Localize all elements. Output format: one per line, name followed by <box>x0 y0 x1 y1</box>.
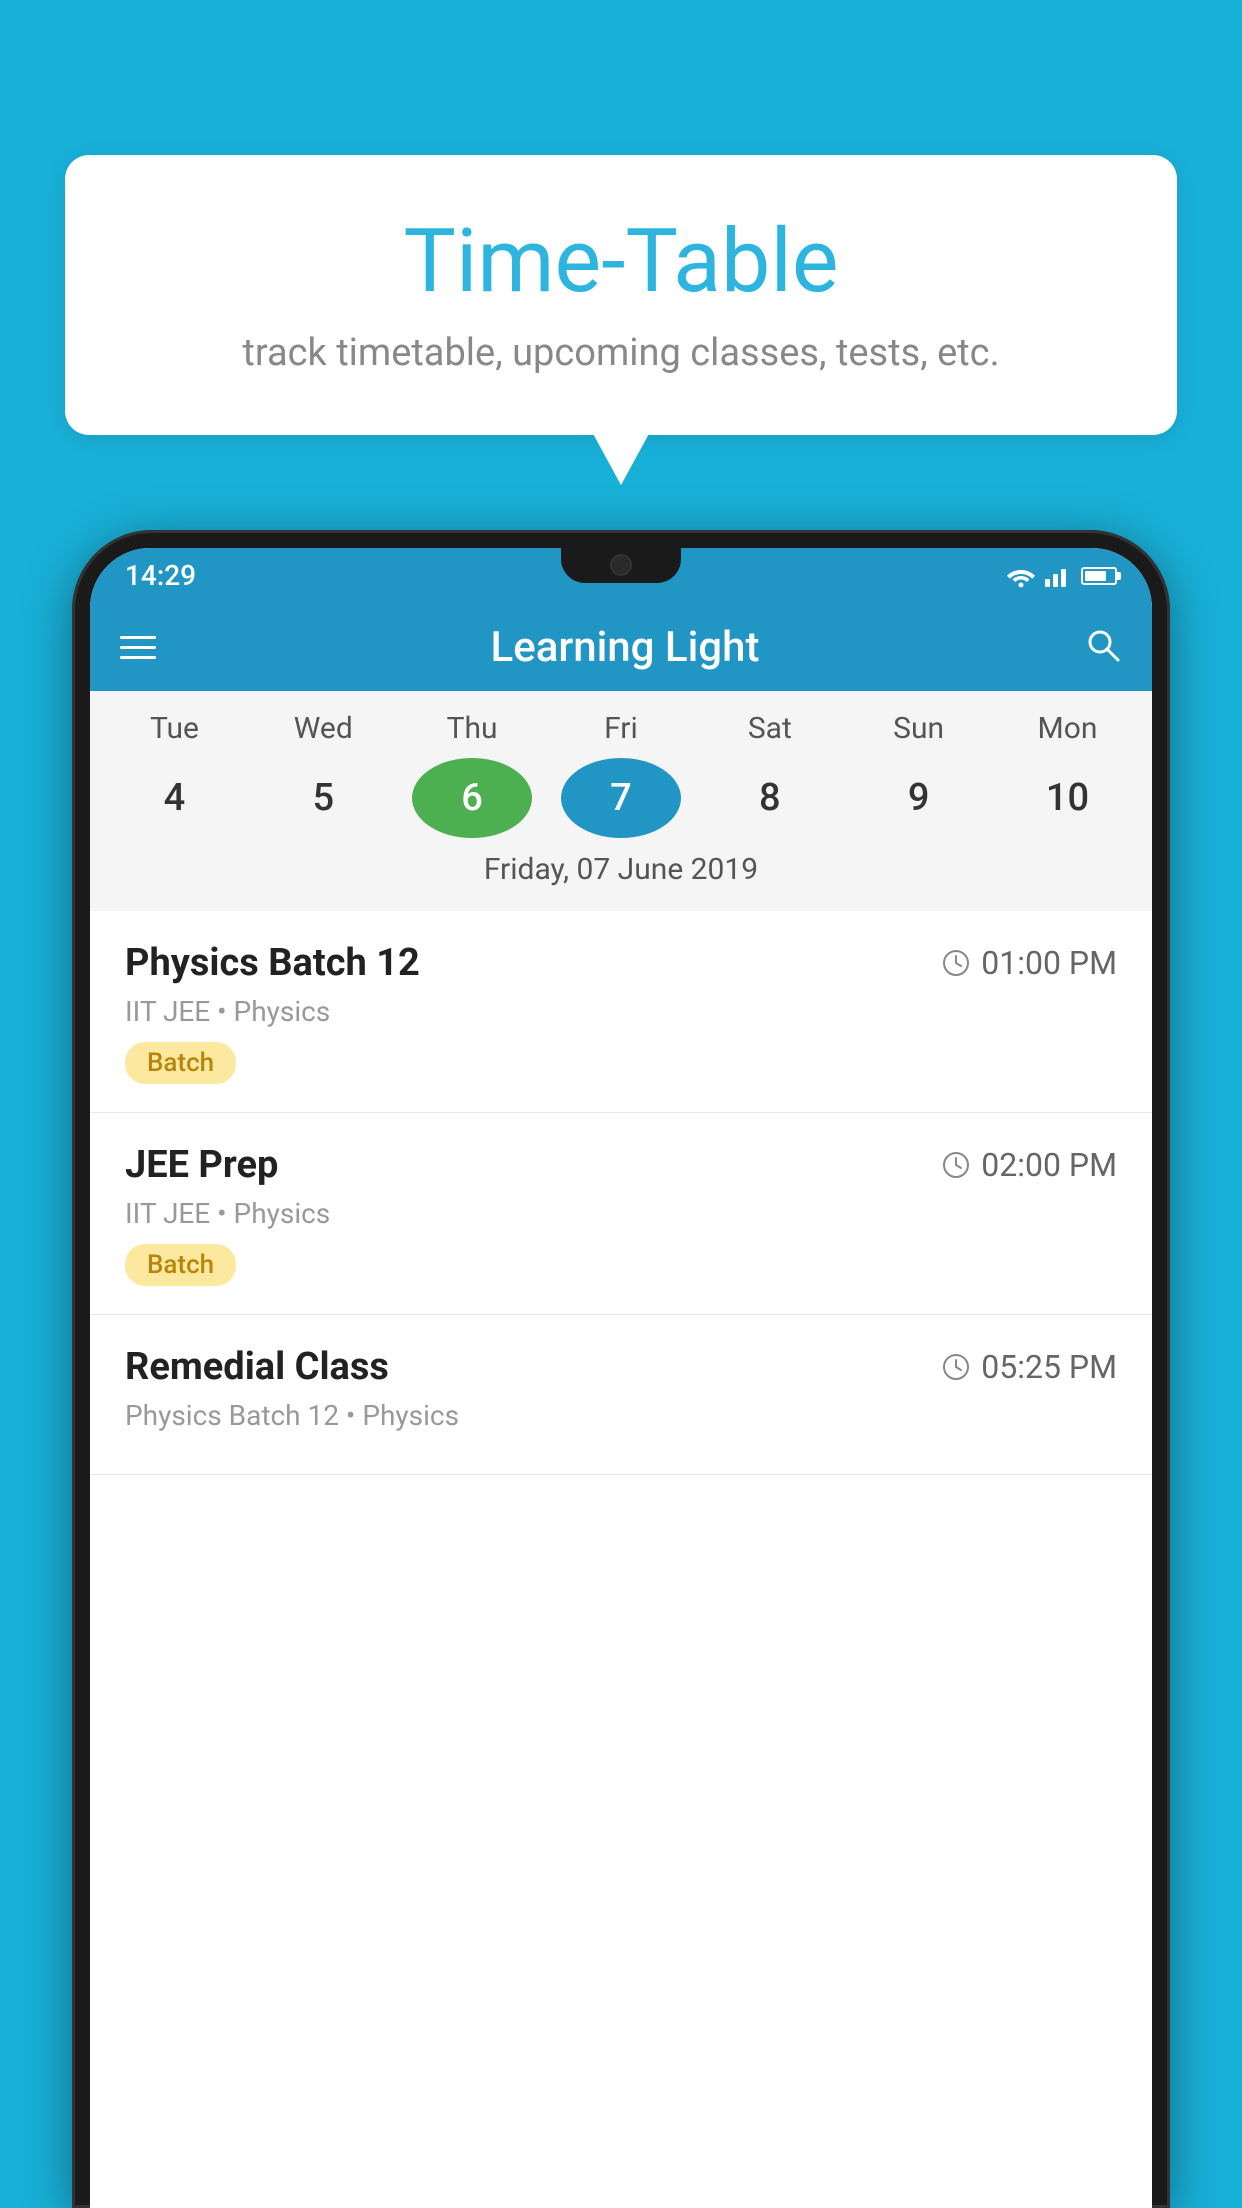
schedule-item-title-1: Physics Batch 12 <box>125 941 420 985</box>
status-icons <box>1005 564 1117 588</box>
cell-signal-icon <box>1045 565 1073 587</box>
schedule-list: Physics Batch 12 01:00 PM IIT JEE • Phys… <box>90 911 1152 1475</box>
schedule-item-subtitle-1: IIT JEE • Physics <box>125 995 1117 1028</box>
day-header-thu: Thu <box>412 711 532 746</box>
phone-body: 14:29 <box>72 530 1170 2208</box>
schedule-item-time-1: 01:00 PM <box>941 944 1117 982</box>
speech-bubble: Time-Table track timetable, upcoming cla… <box>65 155 1177 435</box>
day-4[interactable]: 4 <box>114 758 234 838</box>
schedule-item-remedial[interactable]: Remedial Class 05:25 PM Physics Batch 12… <box>90 1315 1152 1475</box>
day-6-today[interactable]: 6 <box>412 758 532 838</box>
schedule-item-physics-batch[interactable]: Physics Batch 12 01:00 PM IIT JEE • Phys… <box>90 911 1152 1113</box>
day-5[interactable]: 5 <box>263 758 383 838</box>
status-time: 14:29 <box>125 559 196 592</box>
clock-icon-1 <box>941 948 971 978</box>
clock-icon-2 <box>941 1150 971 1180</box>
app-bar: Learning Light <box>90 603 1152 691</box>
day-header-mon: Mon <box>1007 711 1127 746</box>
day-header-sat: Sat <box>710 711 830 746</box>
batch-tag-1: Batch <box>125 1042 236 1084</box>
calendar-strip: Tue Wed Thu Fri Sat Sun Mon 4 5 6 7 8 9 … <box>90 691 1152 911</box>
selected-date-label: Friday, 07 June 2019 <box>90 852 1152 901</box>
schedule-item-header-2: JEE Prep 02:00 PM <box>125 1143 1117 1187</box>
phone-wrapper: 14:29 <box>72 530 1170 2208</box>
search-button[interactable] <box>1084 626 1122 668</box>
day-header-tue: Tue <box>114 711 234 746</box>
phone-notch <box>561 548 681 583</box>
phone-camera <box>610 554 632 576</box>
app-feature-title: Time-Table <box>125 210 1117 313</box>
day-header-wed: Wed <box>263 711 383 746</box>
day-headers: Tue Wed Thu Fri Sat Sun Mon <box>90 711 1152 746</box>
battery-icon <box>1081 567 1117 585</box>
phone-screen: 14:29 <box>90 548 1152 2208</box>
schedule-item-header-1: Physics Batch 12 01:00 PM <box>125 941 1117 985</box>
speech-bubble-container: Time-Table track timetable, upcoming cla… <box>65 155 1177 435</box>
schedule-item-title-2: JEE Prep <box>125 1143 278 1187</box>
schedule-item-jee-prep[interactable]: JEE Prep 02:00 PM IIT JEE • Physics Batc… <box>90 1113 1152 1315</box>
hamburger-menu-icon[interactable] <box>120 636 156 659</box>
schedule-item-title-3: Remedial Class <box>125 1345 389 1389</box>
schedule-item-time-3: 05:25 PM <box>941 1348 1117 1386</box>
clock-icon-3 <box>941 1352 971 1382</box>
day-header-sun: Sun <box>859 711 979 746</box>
batch-tag-2: Batch <box>125 1244 236 1286</box>
app-title: Learning Light <box>196 623 1054 672</box>
day-10[interactable]: 10 <box>1007 758 1127 838</box>
schedule-item-header-3: Remedial Class 05:25 PM <box>125 1345 1117 1389</box>
schedule-item-time-2: 02:00 PM <box>941 1146 1117 1184</box>
day-8[interactable]: 8 <box>710 758 830 838</box>
day-numbers: 4 5 6 7 8 9 10 <box>90 758 1152 838</box>
day-header-fri: Fri <box>561 711 681 746</box>
app-feature-subtitle: track timetable, upcoming classes, tests… <box>125 331 1117 375</box>
day-7-selected[interactable]: 7 <box>561 758 681 838</box>
schedule-item-subtitle-3: Physics Batch 12 • Physics <box>125 1399 1117 1432</box>
wifi-icon <box>1005 564 1037 588</box>
day-9[interactable]: 9 <box>859 758 979 838</box>
schedule-item-subtitle-2: IIT JEE • Physics <box>125 1197 1117 1230</box>
